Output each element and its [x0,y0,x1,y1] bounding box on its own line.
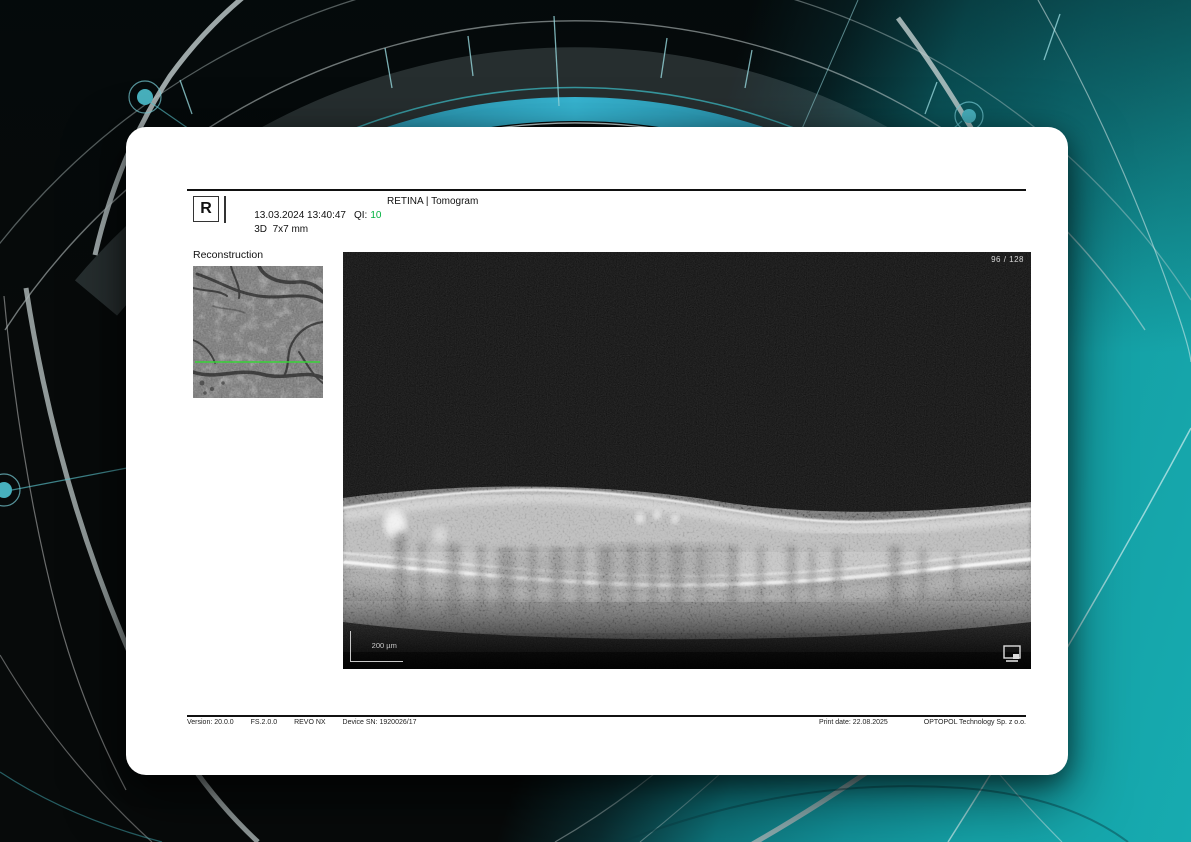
report-footer: Version: 20.0.0 FS.2.0.0 REVO NX Device … [187,719,1026,726]
eye-badge-letter: R [200,200,212,218]
footer-device-info: Version: 20.0.0 FS.2.0.0 REVO NX Device … [187,719,431,726]
footer-device: REVO NX [294,719,326,726]
footer-divider [187,715,1026,717]
badge-divider [224,196,226,223]
qi-value: 10 [370,210,381,221]
scale-marker: 200 µm [350,631,403,662]
report-page: R 13.03.2024 13:40:47 QI:10 RETINA | Tomo… [126,127,1068,775]
footer-serial: Device SN: 1920026/17 [343,719,417,726]
header-divider [187,189,1026,191]
qi-label: QI: [354,210,367,221]
fundus-image [193,266,323,398]
scan-datetime: 13.03.2024 13:40:47 [254,210,346,221]
background: R 13.03.2024 13:40:47 QI:10 RETINA | Tomo… [0,0,1191,842]
reconstruction-thumbnail [193,266,323,398]
eye-laterality-badge: R [193,196,219,222]
tomogram-bscan: 96 / 128 200 µm [343,252,1031,669]
reconstruction-label: Reconstruction [193,249,263,261]
footer-company: OPTOPOL Technology Sp. z o.o. [924,719,1026,726]
frame-counter: 96 / 128 [991,255,1024,264]
footer-software: FS.2.0.0 [251,719,277,726]
display-icon [1003,645,1023,663]
exam-type: RETINA | Tomogram [387,195,478,209]
oct-bscan-image [343,252,1031,669]
footer-version: Version: 20.0.0 [187,719,234,726]
footer-print-date: Print date: 22.08.2025 [819,719,888,726]
exam-header: 13.03.2024 13:40:47 QI:10 RETINA | Tomogr… [232,195,932,223]
scale-label: 200 µm [372,641,397,650]
scan-program: 3D 7x7 mm [254,224,308,235]
footer-print-info: Print date: 22.08.2025 OPTOPOL Technolog… [785,719,1026,726]
header-line-1: 13.03.2024 13:40:47QI:10 RETINA | Tomogr… [232,195,932,209]
monitor-icon [1003,645,1023,663]
